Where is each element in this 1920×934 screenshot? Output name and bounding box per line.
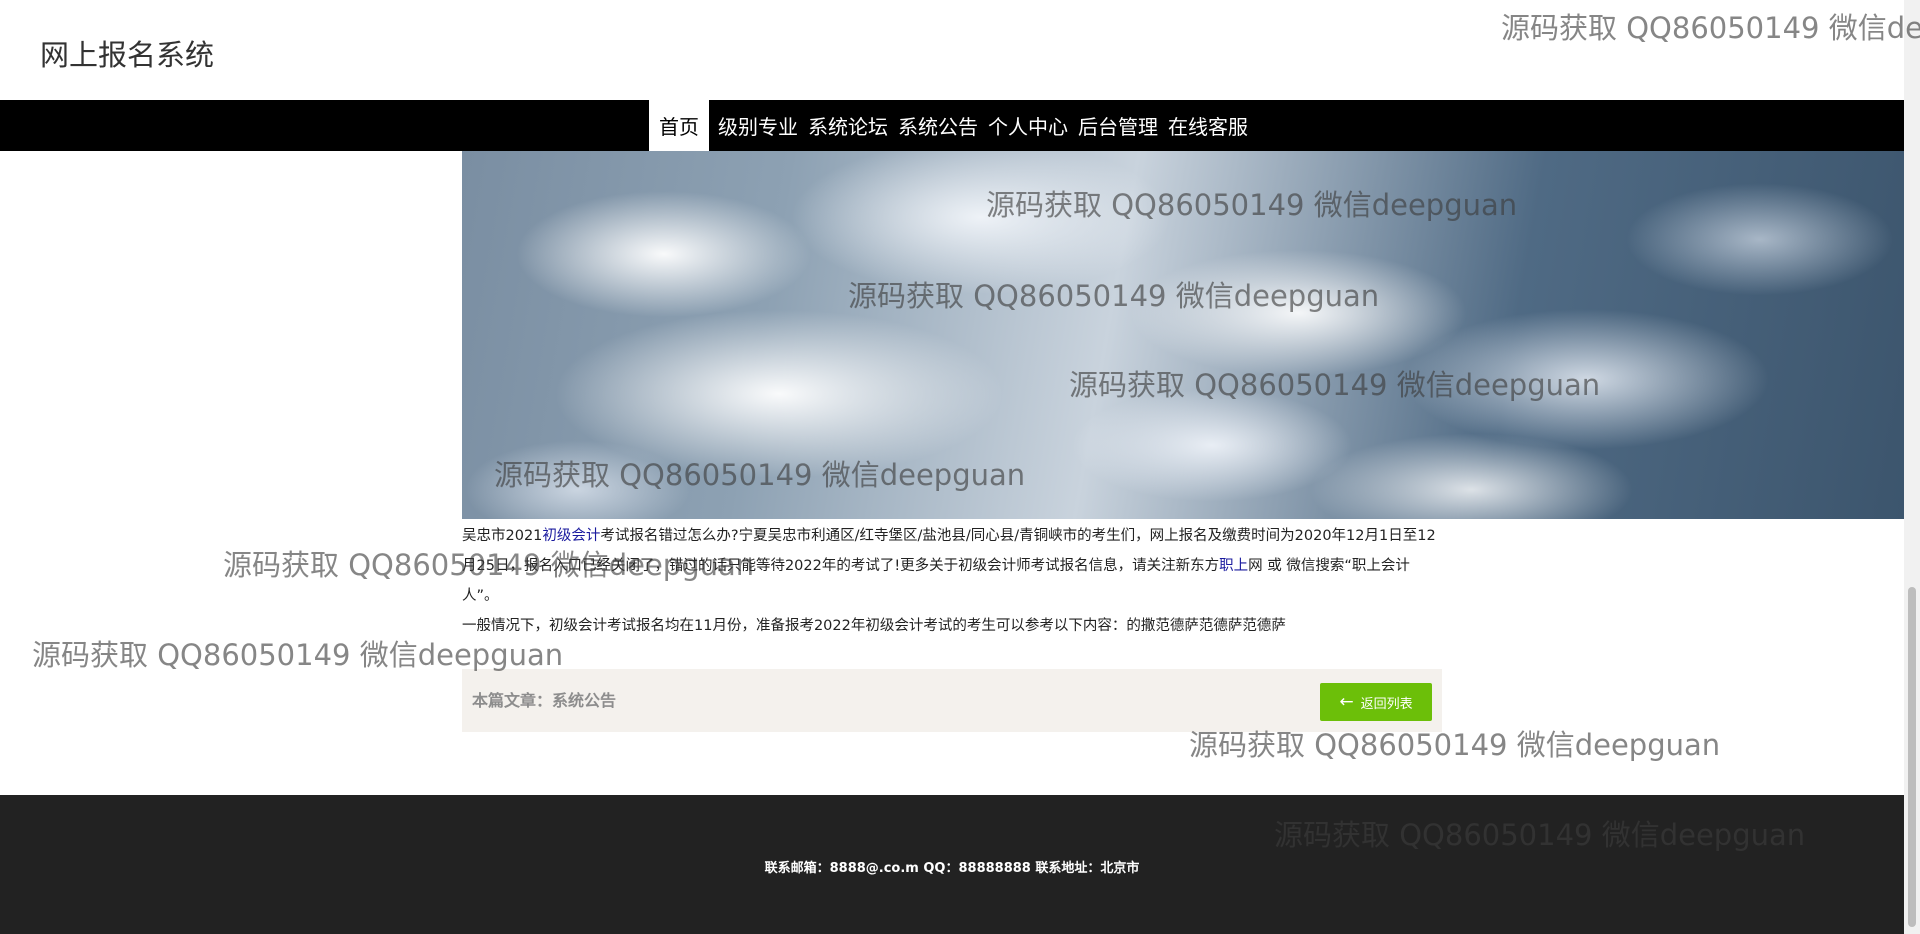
nav-item-support[interactable]: 在线客服 bbox=[1163, 100, 1253, 151]
nav-item-levels[interactable]: 级别专业 bbox=[713, 100, 803, 151]
article-paragraph: 吴忠市2021初级会计考试报名错过怎么办?宁夏吴忠市利通区/红寺堡区/盐池县/同… bbox=[462, 521, 1444, 611]
nav-list: 首页 级别专业 系统论坛 系统公告 个人中心 后台管理 在线客服 bbox=[649, 100, 1253, 151]
nav-item-home[interactable]: 首页 bbox=[649, 100, 709, 151]
article-info-bar: 本篇文章：系统公告 ← 返回列表 bbox=[462, 669, 1442, 732]
nav-item-announcements[interactable]: 系统公告 bbox=[893, 100, 983, 151]
banner-image bbox=[462, 151, 1904, 519]
scrollbar-thumb[interactable] bbox=[1908, 587, 1916, 927]
nav-item-forum[interactable]: 系统论坛 bbox=[803, 100, 893, 151]
footer: 联系邮箱：8888@.co.m QQ：88888888 联系地址：北京市 bbox=[0, 795, 1904, 934]
arrow-left-icon: ← bbox=[1339, 691, 1354, 712]
article-text: 吴忠市2021 bbox=[462, 528, 543, 544]
back-to-list-label: 返回列表 bbox=[1360, 696, 1413, 712]
link-junior-accounting[interactable]: 初级会计 bbox=[542, 528, 600, 544]
link-zhishang[interactable]: 职上 bbox=[1219, 558, 1248, 574]
footer-contact: 联系邮箱：8888@.co.m QQ：88888888 联系地址：北京市 bbox=[764, 861, 1140, 876]
article-content: 吴忠市2021初级会计考试报名错过怎么办?宁夏吴忠市利通区/红寺堡区/盐池县/同… bbox=[462, 521, 1444, 641]
main-navbar: 首页 级别专业 系统论坛 系统公告 个人中心 后台管理 在线客服 bbox=[0, 100, 1904, 151]
article-paragraph: 一般情况下，初级会计考试报名均在11月份，准备报考2022年初级会计考试的考生可… bbox=[462, 618, 1286, 634]
back-to-list-button[interactable]: ← 返回列表 bbox=[1320, 683, 1432, 721]
header: 网上报名系统 bbox=[0, 0, 1904, 100]
site-title: 网上报名系统 bbox=[40, 38, 215, 72]
article-category-label: 本篇文章：系统公告 bbox=[472, 691, 617, 710]
nav-item-personal-center[interactable]: 个人中心 bbox=[983, 100, 1073, 151]
nav-item-admin[interactable]: 后台管理 bbox=[1073, 100, 1163, 151]
